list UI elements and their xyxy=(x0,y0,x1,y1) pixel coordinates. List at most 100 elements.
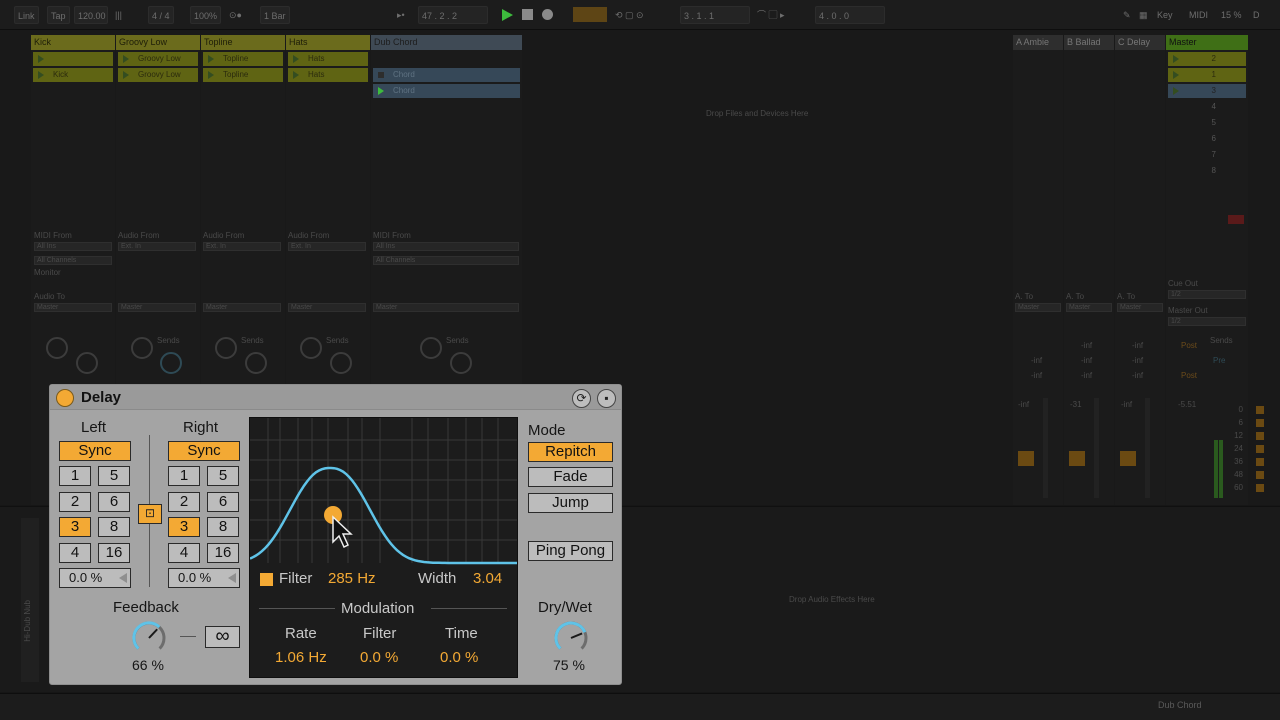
clip-chord-1[interactable]: Chord xyxy=(373,68,520,82)
save-preset-icon[interactable]: ▪ xyxy=(597,389,616,408)
scene-launch[interactable]: 6 xyxy=(1168,132,1246,146)
filter-frequency-value[interactable]: 285 Hz xyxy=(328,570,376,587)
send-value[interactable]: -inf xyxy=(1031,371,1042,380)
follow-icon[interactable]: ⊙● xyxy=(226,6,245,24)
left-beat-4[interactable]: 4 xyxy=(59,543,91,563)
return-title-c[interactable]: C Delay xyxy=(1115,35,1165,50)
left-beat-16[interactable]: 16 xyxy=(98,543,130,563)
input-type-select[interactable]: Ext. In xyxy=(203,242,281,251)
return-output-select[interactable]: Master xyxy=(1015,303,1061,312)
scene-launch[interactable]: 4 xyxy=(1168,100,1246,114)
automation-arm-icon[interactable] xyxy=(573,7,607,22)
tempo-field[interactable]: 120.00 xyxy=(74,6,108,24)
left-beat-3[interactable]: 3 xyxy=(59,517,91,537)
send-b-knob[interactable] xyxy=(330,352,352,374)
mode-fade-button[interactable]: Fade xyxy=(528,467,613,487)
return-title-a[interactable]: A Ambie xyxy=(1013,35,1063,50)
crossfader-assign-strip[interactable] xyxy=(1256,406,1264,496)
key-map-button[interactable]: Key xyxy=(1154,6,1176,24)
loop-length-field[interactable]: 4 . 0 . 0 xyxy=(815,6,885,24)
output-select[interactable]: Master xyxy=(203,303,281,312)
post-button[interactable]: Post xyxy=(1181,341,1197,350)
left-sync-button[interactable]: Sync xyxy=(59,441,131,461)
filter-toggle[interactable] xyxy=(260,573,273,586)
clip-groovy-low-2[interactable]: Groovy Low xyxy=(118,68,198,82)
left-offset-field[interactable]: 0.0 % xyxy=(59,568,131,588)
play-icon[interactable] xyxy=(502,9,513,21)
send-a-knob[interactable] xyxy=(300,337,322,359)
track-title-hats[interactable]: Hats xyxy=(286,35,370,50)
left-beat-1[interactable]: 1 xyxy=(59,466,91,486)
quantize-select[interactable]: 1 Bar xyxy=(260,6,290,24)
track-title-topline[interactable]: Topline xyxy=(201,35,285,50)
return-title-b[interactable]: B Ballad xyxy=(1064,35,1114,50)
send-value[interactable]: -inf xyxy=(1031,356,1042,365)
input-type-select[interactable]: Ext. In xyxy=(118,242,196,251)
session-record-icon[interactable]: ⟲ ▢ ⊙ xyxy=(612,6,647,24)
right-beat-4[interactable]: 4 xyxy=(168,543,200,563)
track-title-kick[interactable]: Kick xyxy=(31,35,115,50)
time-value[interactable]: 0.0 % xyxy=(440,649,478,666)
arrangement-position[interactable]: 47 . 2 . 2 xyxy=(418,6,488,24)
feedback-knob[interactable] xyxy=(130,619,168,657)
scene-launch[interactable]: 3 xyxy=(1168,84,1246,98)
right-beat-16[interactable]: 16 xyxy=(207,543,239,563)
clip-hats-1[interactable]: Hats xyxy=(288,52,368,66)
width-value[interactable]: 3.04 xyxy=(473,570,502,587)
send-b-knob[interactable] xyxy=(160,352,182,374)
midi-map-button[interactable]: MIDI xyxy=(1186,6,1211,24)
scene-launch[interactable]: 7 xyxy=(1168,148,1246,162)
right-offset-field[interactable]: 0.0 % xyxy=(168,568,240,588)
left-beat-5[interactable]: 5 xyxy=(98,466,130,486)
pre-button[interactable]: Pre xyxy=(1213,356,1225,365)
return-b-activator[interactable] xyxy=(1069,451,1085,466)
right-beat-3[interactable]: 3 xyxy=(168,517,200,537)
master-title[interactable]: Master xyxy=(1166,35,1248,50)
hot-swap-icon[interactable]: ⟳ xyxy=(572,389,591,408)
input-channel-select[interactable]: All Channels xyxy=(34,256,112,265)
input-channel-select[interactable]: All Channels xyxy=(373,256,519,265)
mod-filter-value[interactable]: 0.0 % xyxy=(360,649,398,666)
return-output-select[interactable]: Master xyxy=(1066,303,1112,312)
output-select[interactable]: Master xyxy=(288,303,366,312)
right-beat-6[interactable]: 6 xyxy=(207,492,239,512)
clip-topline-2[interactable]: Topline xyxy=(203,68,283,82)
time-signature-field[interactable]: 4 / 4 xyxy=(148,6,174,24)
loop-switch-icon[interactable]: ⌒ ▢ ▸ xyxy=(754,6,788,24)
link-stereo-icon[interactable]: ⊡ xyxy=(138,504,162,524)
input-type-select[interactable]: All Ins xyxy=(373,242,519,251)
infinity-icon[interactable]: ∞ xyxy=(205,626,240,648)
scene-launch[interactable]: 1 xyxy=(1168,68,1246,82)
send-value[interactable]: -inf xyxy=(1132,356,1143,365)
return-output-select[interactable]: Master xyxy=(1117,303,1163,312)
input-type-select[interactable]: Ext. In xyxy=(288,242,366,251)
send-value[interactable]: -inf xyxy=(1132,371,1143,380)
draw-mode-icon[interactable]: ✎ xyxy=(1120,6,1134,24)
clip-groovy-low-1[interactable]: Groovy Low xyxy=(118,52,198,66)
send-b-knob[interactable] xyxy=(245,352,267,374)
mode-repitch-button[interactable]: Repitch xyxy=(528,442,613,462)
scene-launch[interactable]: 2 xyxy=(1168,52,1246,66)
clip-kick[interactable]: Kick xyxy=(33,68,113,82)
right-beat-5[interactable]: 5 xyxy=(207,466,239,486)
stop-all-clips-icon[interactable] xyxy=(1228,215,1244,224)
zoom-field[interactable]: 100% xyxy=(190,6,222,24)
send-value[interactable]: -inf xyxy=(1081,371,1092,380)
scene-launch[interactable]: 8 xyxy=(1168,164,1246,178)
mode-jump-button[interactable]: Jump xyxy=(528,493,613,513)
device-power-button[interactable] xyxy=(56,389,74,407)
clip-hats-2[interactable]: Hats xyxy=(288,68,368,82)
right-sync-button[interactable]: Sync xyxy=(168,441,240,461)
drywet-knob[interactable] xyxy=(552,619,590,657)
output-select[interactable]: Master xyxy=(34,303,112,312)
output-select[interactable]: Master xyxy=(373,303,519,312)
loop-start-field[interactable]: 3 . 1 . 1 xyxy=(680,6,750,24)
record-icon[interactable] xyxy=(542,9,553,20)
cue-out-select[interactable]: 1/2 xyxy=(1168,290,1246,299)
clip-topline-1[interactable]: Topline xyxy=(203,52,283,66)
clip-slot[interactable] xyxy=(33,52,113,66)
send-value[interactable]: -inf xyxy=(1132,341,1143,350)
right-beat-8[interactable]: 8 xyxy=(207,517,239,537)
send-a-knob[interactable] xyxy=(420,337,442,359)
clip-chord-2-playing[interactable]: Chord xyxy=(373,84,520,98)
